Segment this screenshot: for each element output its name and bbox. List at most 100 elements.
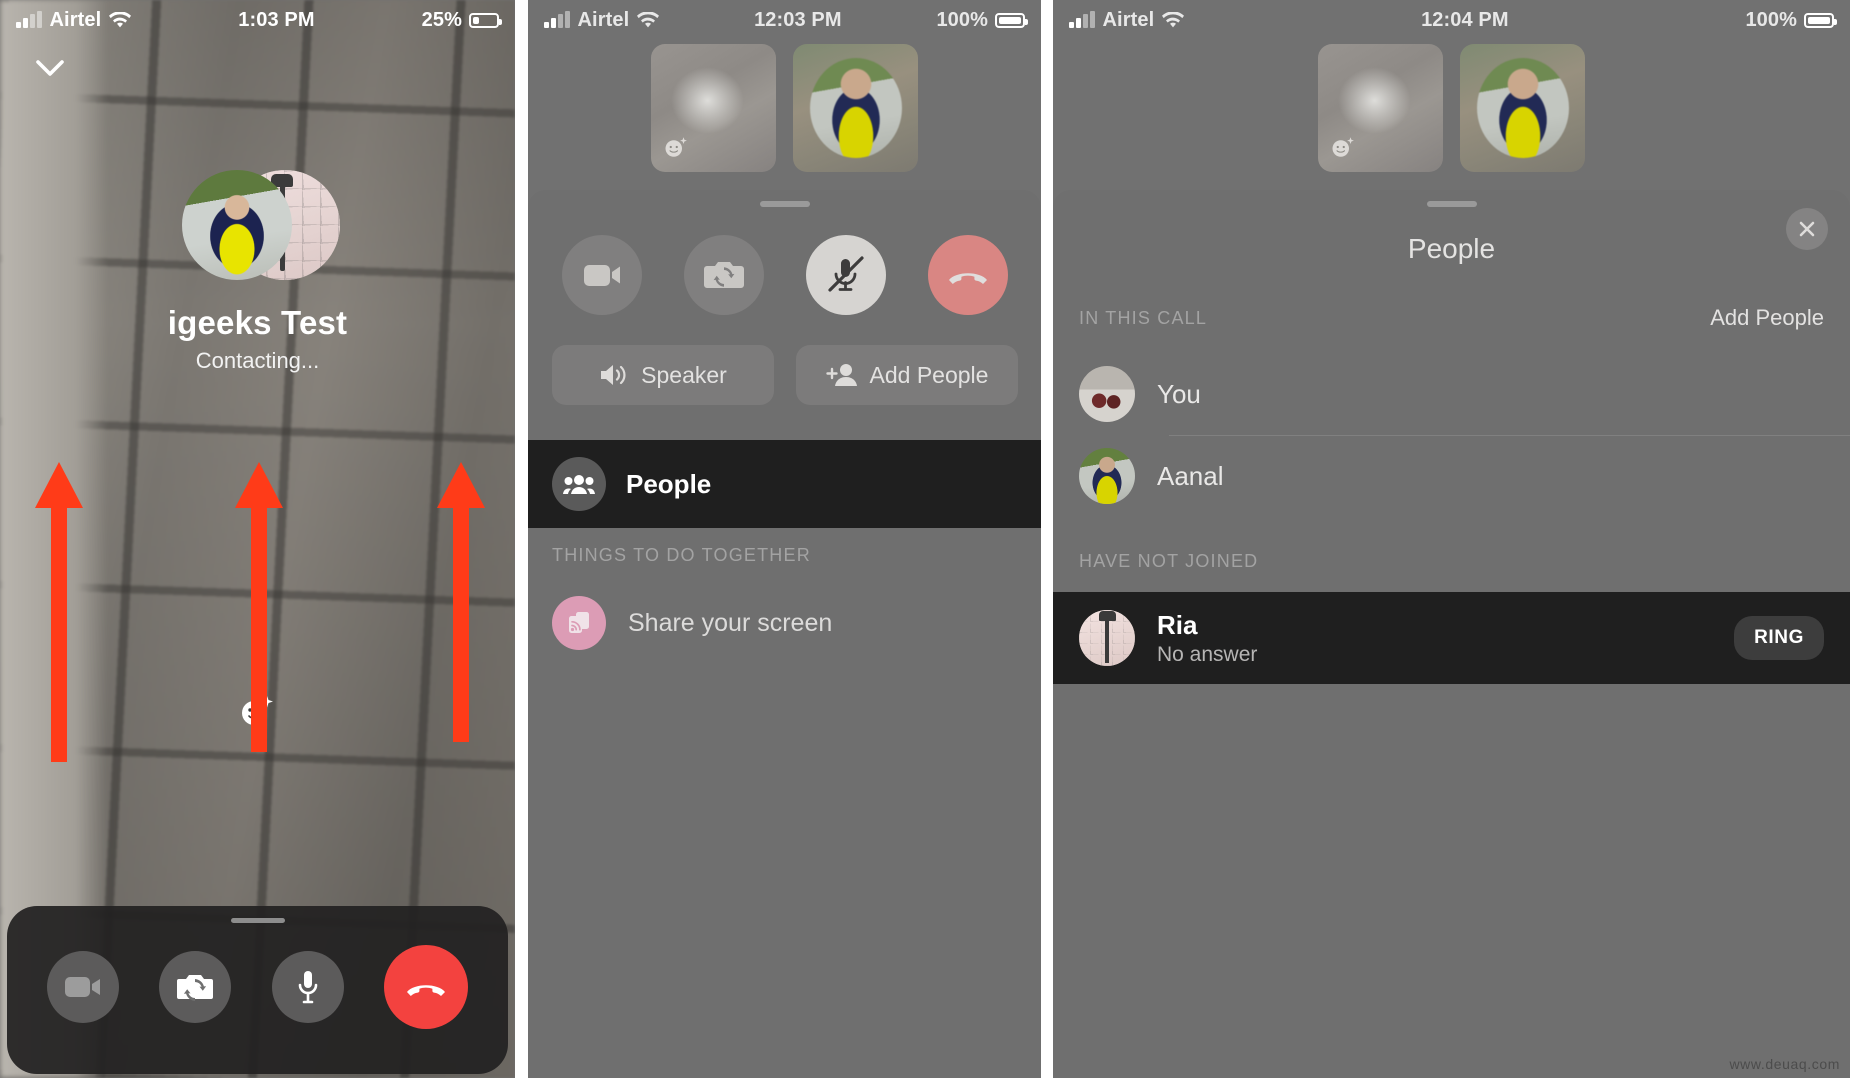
share-screen-icon [552, 596, 606, 650]
camera-flip-icon [703, 262, 744, 288]
status-bar: Airtel 12:04 PM 100% [1053, 0, 1850, 40]
annotation-arrow-2 [230, 462, 288, 752]
video-tiles [528, 44, 1041, 172]
status-bar-left: Airtel [544, 8, 660, 32]
carrier-label: Airtel [577, 8, 630, 31]
speaker-icon [601, 365, 626, 385]
add-people-button[interactable]: Add People [795, 345, 1018, 405]
call-controls-tray [7, 906, 508, 1074]
panel-divider-2 [1041, 0, 1053, 1078]
call-controls-row [528, 235, 1041, 315]
callee-name: igeeks Test [167, 304, 348, 341]
avatar-primary [181, 170, 292, 280]
speaker-button[interactable]: Speaker [551, 345, 774, 405]
end-call-handset-icon [406, 985, 445, 996]
participant-video-tile[interactable] [1460, 44, 1585, 172]
facetime-people-sheet-screen: Airtel 12:04 PM 100% People IN THIS CALL… [1053, 0, 1850, 1078]
carrier-label: Airtel [49, 8, 102, 31]
call-status-label: Contacting... [195, 348, 320, 373]
video-camera-icon [65, 977, 101, 997]
video-toggle-button[interactable] [47, 951, 120, 1023]
sheet-grabber[interactable] [759, 201, 810, 207]
panel-divider-1 [515, 0, 528, 1078]
status-bar-left: Airtel [1069, 9, 1185, 32]
facetime-controls-sheet-screen: Airtel 12:03 PM 100% Speaker Add People … [528, 0, 1041, 1078]
list-item[interactable]: You [1053, 353, 1850, 435]
callee-info: igeeks Test Contacting... [0, 170, 515, 374]
clock-label: 1:03 PM [238, 8, 315, 31]
close-icon[interactable] [1786, 208, 1828, 250]
wifi-icon [1162, 11, 1185, 27]
status-bar-right: 100% [1745, 8, 1837, 32]
participant-video-tile[interactable] [793, 44, 918, 172]
people-sheet: People IN THIS CALL Add People You Aanal… [1053, 190, 1850, 1078]
watermark: www.deuaq.com [1729, 1056, 1840, 1072]
battery-percent-label: 25% [421, 8, 462, 31]
avatar [1079, 366, 1135, 422]
have-not-joined-label: HAVE NOT JOINED [1079, 551, 1259, 571]
sheet-grabber[interactable] [230, 918, 285, 923]
people-sheet-title: People [1407, 233, 1496, 264]
status-bar-right: 25% [421, 8, 502, 32]
in-this-call-label: IN THIS CALL [1079, 307, 1208, 328]
participant-status: No answer [1157, 642, 1258, 666]
mute-button[interactable] [271, 951, 344, 1023]
battery-percent-label: 100% [1745, 8, 1797, 31]
memoji-effects-icon[interactable] [661, 132, 691, 162]
participant-name: Ria [1157, 609, 1198, 640]
facetime-calling-screen: Airtel 1:03 PM 25% igeeks Test Contactin… [0, 0, 515, 1078]
people-row[interactable]: People [528, 440, 1041, 528]
participant-name: Aanal [1157, 460, 1224, 491]
participant-info: Ria No answer [1157, 610, 1257, 667]
microphone-muted-icon [827, 256, 864, 292]
camera-flip-icon [177, 975, 214, 1001]
annotation-arrow-1 [30, 462, 88, 762]
avatar [1079, 448, 1135, 504]
sheet-grabber[interactable] [1426, 201, 1477, 207]
people-group-icon [552, 457, 606, 511]
avatar-stack [0, 170, 515, 290]
add-people-button[interactable]: Add People [1710, 305, 1824, 331]
add-person-icon [825, 364, 857, 386]
video-toggle-button[interactable] [561, 235, 642, 315]
cellular-signal-icon [16, 11, 42, 28]
status-bar: Airtel 12:03 PM 100% [528, 0, 1041, 40]
list-item[interactable]: Aanal [1053, 435, 1850, 517]
chevron-down-icon[interactable] [30, 48, 70, 88]
wifi-icon [109, 11, 132, 27]
add-people-label: Add People [869, 361, 989, 388]
annotation-arrow-3 [432, 462, 490, 742]
secondary-actions-row: Speaker Add People [528, 345, 1041, 405]
clock-label: 12:03 PM [754, 8, 842, 31]
status-bar: Airtel 1:03 PM 25% [0, 0, 515, 40]
battery-icon [469, 12, 502, 28]
cellular-signal-icon [1069, 11, 1095, 28]
speaker-label: Speaker [641, 361, 727, 388]
status-bar-left: Airtel [16, 8, 132, 32]
participant-name: You [1157, 378, 1201, 409]
things-to-do-together-header: THINGS TO DO TOGETHER [552, 545, 811, 565]
end-call-button[interactable] [927, 235, 1008, 315]
end-call-button[interactable] [383, 945, 468, 1029]
clock-label: 12:04 PM [1421, 8, 1509, 31]
self-video-tile[interactable] [651, 44, 776, 172]
share-screen-label: Share your screen [628, 608, 833, 637]
end-call-handset-icon [948, 273, 987, 284]
avatar [1079, 610, 1135, 666]
share-screen-item[interactable]: Share your screen [528, 596, 1041, 650]
status-bar-right: 100% [936, 8, 1028, 32]
flip-camera-button[interactable] [683, 235, 764, 315]
ring-button[interactable]: RING [1734, 616, 1824, 660]
mute-button[interactable] [805, 235, 886, 315]
video-tiles [1053, 44, 1850, 172]
call-options-sheet: Speaker Add People People THINGS TO DO T… [528, 190, 1041, 1078]
flip-camera-button[interactable] [159, 951, 232, 1023]
in-call-section-header: IN THIS CALL Add People [1053, 305, 1850, 331]
battery-icon [1804, 12, 1837, 28]
battery-percent-label: 100% [936, 8, 988, 31]
cellular-signal-icon [544, 11, 570, 28]
microphone-icon [298, 971, 317, 1004]
memoji-effects-icon[interactable] [1328, 132, 1358, 162]
self-video-tile[interactable] [1318, 44, 1443, 172]
list-item[interactable]: Ria No answer RING [1053, 592, 1850, 684]
